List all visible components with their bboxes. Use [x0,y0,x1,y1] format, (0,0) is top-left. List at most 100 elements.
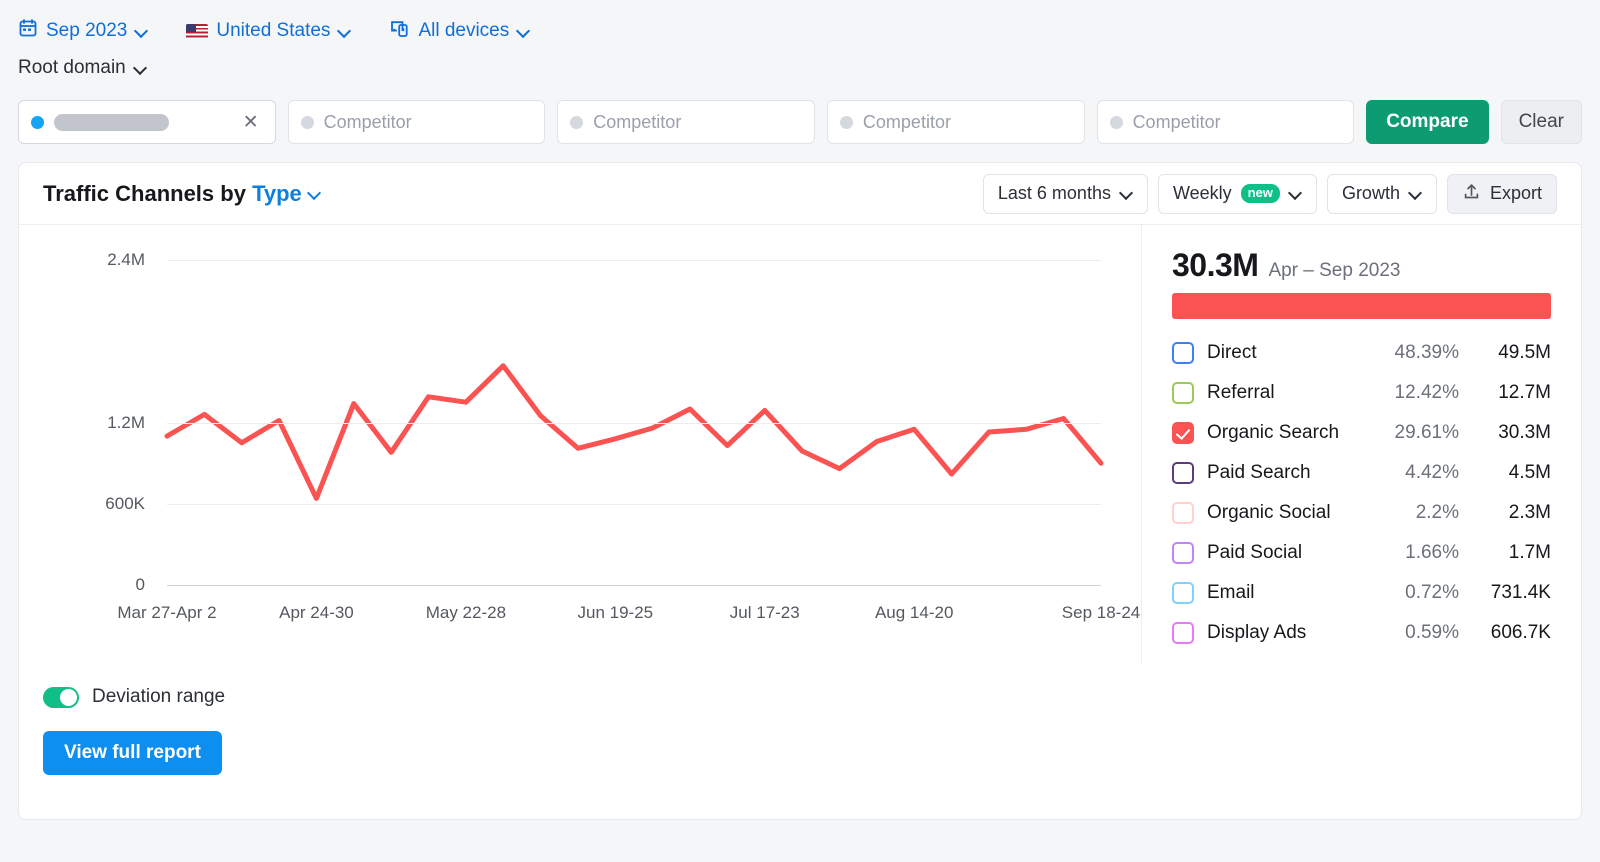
competitor-input-1[interactable]: Competitor [287,100,546,144]
series-color-dot [570,115,584,129]
legend-checkbox[interactable] [1172,502,1194,524]
filter-toolbar: Sep 2023 United States All devices Root … [0,0,1600,84]
page-title: Traffic Channels by Type [43,181,321,207]
scope-filter-button[interactable]: Root domain [18,57,147,79]
x-axis-tick-label: Jun 19-25 [577,603,654,622]
legend-panel: 30.3M Apr – Sep 2023 Direct 48.39% 49.5M Re… [1141,225,1581,663]
legend-row-direct[interactable]: Direct 48.39% 49.5M [1172,333,1551,373]
legend-row-organic-search[interactable]: Organic Search 29.61% 30.3M [1172,413,1551,453]
legend-row-display-ads[interactable]: Display Ads 0.59% 606.7K [1172,613,1551,653]
legend-value: 2.3M [1508,502,1551,523]
period-select[interactable]: Last 6 months [982,173,1148,214]
legend-percent: 2.2% [1415,502,1459,523]
summary-bar [1172,293,1551,319]
legend-label: Email [1207,582,1255,603]
export-button[interactable]: Export [1446,173,1557,214]
devices-icon [389,18,410,44]
chevron-down-icon [1120,187,1133,200]
gridline [167,260,1101,262]
device-filter-button[interactable]: All devices [389,18,530,44]
legend-checkbox[interactable] [1172,542,1194,564]
legend-value: 606.7K [1490,622,1551,643]
legend-label: Referral [1207,382,1275,403]
country-filter-button[interactable]: United States [186,20,351,42]
deviation-range-toggle[interactable] [43,686,79,708]
chevron-down-icon [517,25,530,38]
legend-list: Direct 48.39% 49.5M Referral 12.42% 12.7M Orga… [1172,333,1551,653]
legend-label: Organic Search [1207,422,1340,443]
clear-button[interactable]: Clear [1500,100,1582,144]
gridline [167,585,1101,586]
legend-percent: 1.66% [1405,542,1459,563]
competitor-input-4[interactable]: Competitor [1096,100,1355,144]
competitor-placeholder: Competitor [323,111,412,132]
clear-domain-icon[interactable]: ✕ [239,111,263,134]
x-axis-tick-label: Apr 24-30 [279,603,354,622]
summary-total-value: 30.3M [1172,247,1259,283]
deviation-range-label: Deviation range [92,686,226,707]
legend-percent: 0.59% [1405,622,1459,643]
x-axis-tick-label: Mar 27-Apr 2 [117,603,217,622]
chevron-down-icon [134,62,147,75]
legend-row-organic-social[interactable]: Organic Social 2.2% 2.3M [1172,493,1551,533]
us-flag-icon [186,23,209,39]
legend-value: 30.3M [1498,422,1551,443]
legend-row-paid-social[interactable]: Paid Social 1.66% 1.7M [1172,533,1551,573]
competitor-placeholder: Competitor [1132,111,1221,132]
card-footer: Deviation range View full report [19,663,1581,775]
legend-label: Direct [1207,342,1257,363]
legend-checkbox[interactable] [1172,582,1194,604]
chart-body: 0 600K 1.2M 2.4M Mar 27-Apr 2 Apr 24-30 May 2… [19,225,1581,663]
gridline [167,422,1101,424]
summary-total: 30.3M Apr – Sep 2023 [1172,247,1551,284]
domain-value-redacted [54,113,169,131]
line-chart[interactable]: 0 600K 1.2M 2.4M Mar 27-Apr 2 Apr 24-30 May 2… [19,225,1141,663]
compare-button[interactable]: Compare [1366,100,1489,144]
competitor-placeholder: Competitor [862,111,951,132]
filter-row-primary: Sep 2023 United States All devices [18,14,1582,48]
series-color-dot [31,115,44,129]
legend-row-referral[interactable]: Referral 12.42% 12.7M [1172,373,1551,413]
legend-checkbox[interactable] [1172,422,1194,444]
x-axis-tick-label: Aug 14-20 [874,603,954,622]
card-title-type-selector[interactable]: Type [252,181,302,206]
country-filter-label: United States [216,20,331,41]
legend-percent: 29.61% [1394,422,1459,443]
legend-value: 4.5M [1508,462,1551,483]
legend-row-paid-search[interactable]: Paid Search 4.42% 4.5M [1172,453,1551,493]
legend-percent: 12.42% [1394,382,1459,403]
view-full-report-button[interactable]: View full report [43,731,222,775]
card-header: Traffic Channels by Type Last 6 months W… [19,163,1581,225]
y-axis-tick-label: 1.2M [107,412,145,432]
new-badge: new [1240,184,1280,203]
domain-input-primary[interactable]: ✕ [18,100,276,144]
chart-plot-area [164,363,1104,501]
calendar-icon [18,18,38,44]
date-filter-label: Sep 2023 [46,20,128,41]
card-toolbar: Last 6 months Weekly new Growth Export [982,173,1557,214]
x-axis-tick-label: Jul 17-23 [729,603,800,622]
legend-value: 12.7M [1498,382,1551,403]
chevron-down-icon[interactable] [308,187,321,200]
chevron-down-icon [1289,187,1302,200]
chevron-down-icon [1409,187,1422,200]
legend-checkbox[interactable] [1172,342,1194,364]
metric-select-label: Growth [1341,183,1400,203]
legend-checkbox[interactable] [1172,622,1194,644]
legend-value: 731.4K [1490,582,1551,603]
x-axis-tick-label: May 22-28 [425,603,507,622]
metric-select[interactable]: Growth [1326,173,1437,214]
period-select-label: Last 6 months [997,183,1111,203]
legend-row-email[interactable]: Email 0.72% 731.4K [1172,573,1551,613]
date-filter-button[interactable]: Sep 2023 [18,18,148,44]
competitor-input-2[interactable]: Competitor [557,100,815,144]
legend-label: Paid Search [1207,462,1311,483]
series-color-dot [839,115,853,129]
legend-checkbox[interactable] [1172,462,1194,484]
competitor-input-3[interactable]: Competitor [826,100,1085,144]
chevron-down-icon [338,25,351,38]
chevron-down-icon [135,25,148,38]
granularity-select[interactable]: Weekly new [1157,173,1317,214]
legend-checkbox[interactable] [1172,382,1194,404]
legend-label: Display Ads [1207,622,1307,643]
